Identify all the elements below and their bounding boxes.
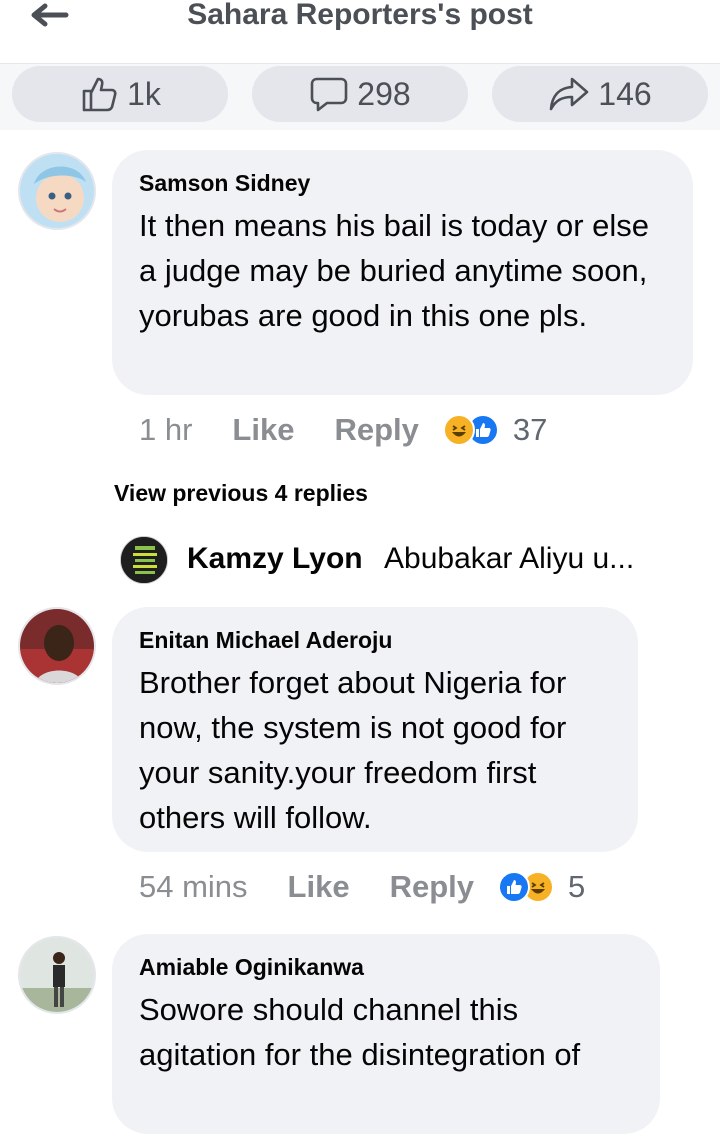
comment-bubble[interactable]: Samson Sidney It then means his bail is … xyxy=(112,150,693,395)
comment-count: 298 xyxy=(357,75,411,112)
reaction-summary[interactable]: 37 xyxy=(442,412,548,448)
comment-text: Sowore should channel this agitation for… xyxy=(139,992,581,1072)
comment-author[interactable]: Amiable Oginikanwa xyxy=(139,954,634,981)
avatar[interactable] xyxy=(18,936,96,1014)
comment-author[interactable]: Samson Sidney xyxy=(139,170,667,197)
reply-author[interactable]: Kamzy Lyon xyxy=(187,542,363,576)
share-button[interactable]: 146 xyxy=(492,66,708,122)
view-previous-replies-link[interactable]: View previous 4 replies xyxy=(114,480,368,507)
comment-time: 54 mins xyxy=(139,869,248,904)
avatar[interactable] xyxy=(18,607,96,685)
comment-time: 1 hr xyxy=(139,412,193,447)
comment-button[interactable]: 298 xyxy=(252,66,468,122)
comment-meta: 1 hr Like Reply 37 xyxy=(139,412,547,448)
comment-text: Brother forget about Nigeria for now, th… xyxy=(139,665,567,835)
person-standing-photo-icon xyxy=(20,938,94,1012)
post-actions-bar: 1k 298 146 xyxy=(0,64,720,130)
comment-author[interactable]: Enitan Michael Aderoju xyxy=(139,627,612,654)
reply-link[interactable]: Reply xyxy=(390,869,474,905)
reply-link[interactable]: Reply xyxy=(334,412,418,448)
comment-bubble-icon xyxy=(310,77,348,112)
like-count: 1k xyxy=(127,75,161,112)
reaction-count: 5 xyxy=(568,869,586,904)
like-link[interactable]: Like xyxy=(288,869,350,905)
avatar[interactable] xyxy=(18,152,96,230)
comment-meta: 54 mins Like Reply 5 xyxy=(139,869,585,905)
reaction-summary[interactable]: 5 xyxy=(498,869,585,905)
avatar[interactable] xyxy=(120,536,168,584)
man-photo-icon xyxy=(20,609,94,683)
reaction-count: 37 xyxy=(512,412,548,447)
like-button[interactable]: 1k xyxy=(12,66,228,122)
reply-avatar-logo-icon xyxy=(121,537,167,583)
comment-bubble[interactable]: Enitan Michael Aderoju Brother forget ab… xyxy=(112,607,638,852)
page-title: Sahara Reporters's post xyxy=(187,0,533,31)
comment-text: It then means his bail is today or else … xyxy=(139,208,650,333)
share-arrow-icon xyxy=(549,77,589,111)
thumbs-up-icon xyxy=(82,77,117,112)
like-reaction-icon xyxy=(498,871,530,903)
share-count: 146 xyxy=(598,75,652,112)
haha-reaction-icon xyxy=(442,414,475,446)
reply-text: Abubakar Aliyu u... xyxy=(384,542,635,575)
reply-preview[interactable]: Kamzy Lyon Abubakar Aliyu u... xyxy=(120,536,680,586)
post-header: Sahara Reporters's post xyxy=(0,0,720,64)
like-link[interactable]: Like xyxy=(232,412,294,448)
baby-photo-icon xyxy=(20,154,94,228)
comment-bubble[interactable]: Amiable Oginikanwa Sowore should channel… xyxy=(112,934,660,1134)
